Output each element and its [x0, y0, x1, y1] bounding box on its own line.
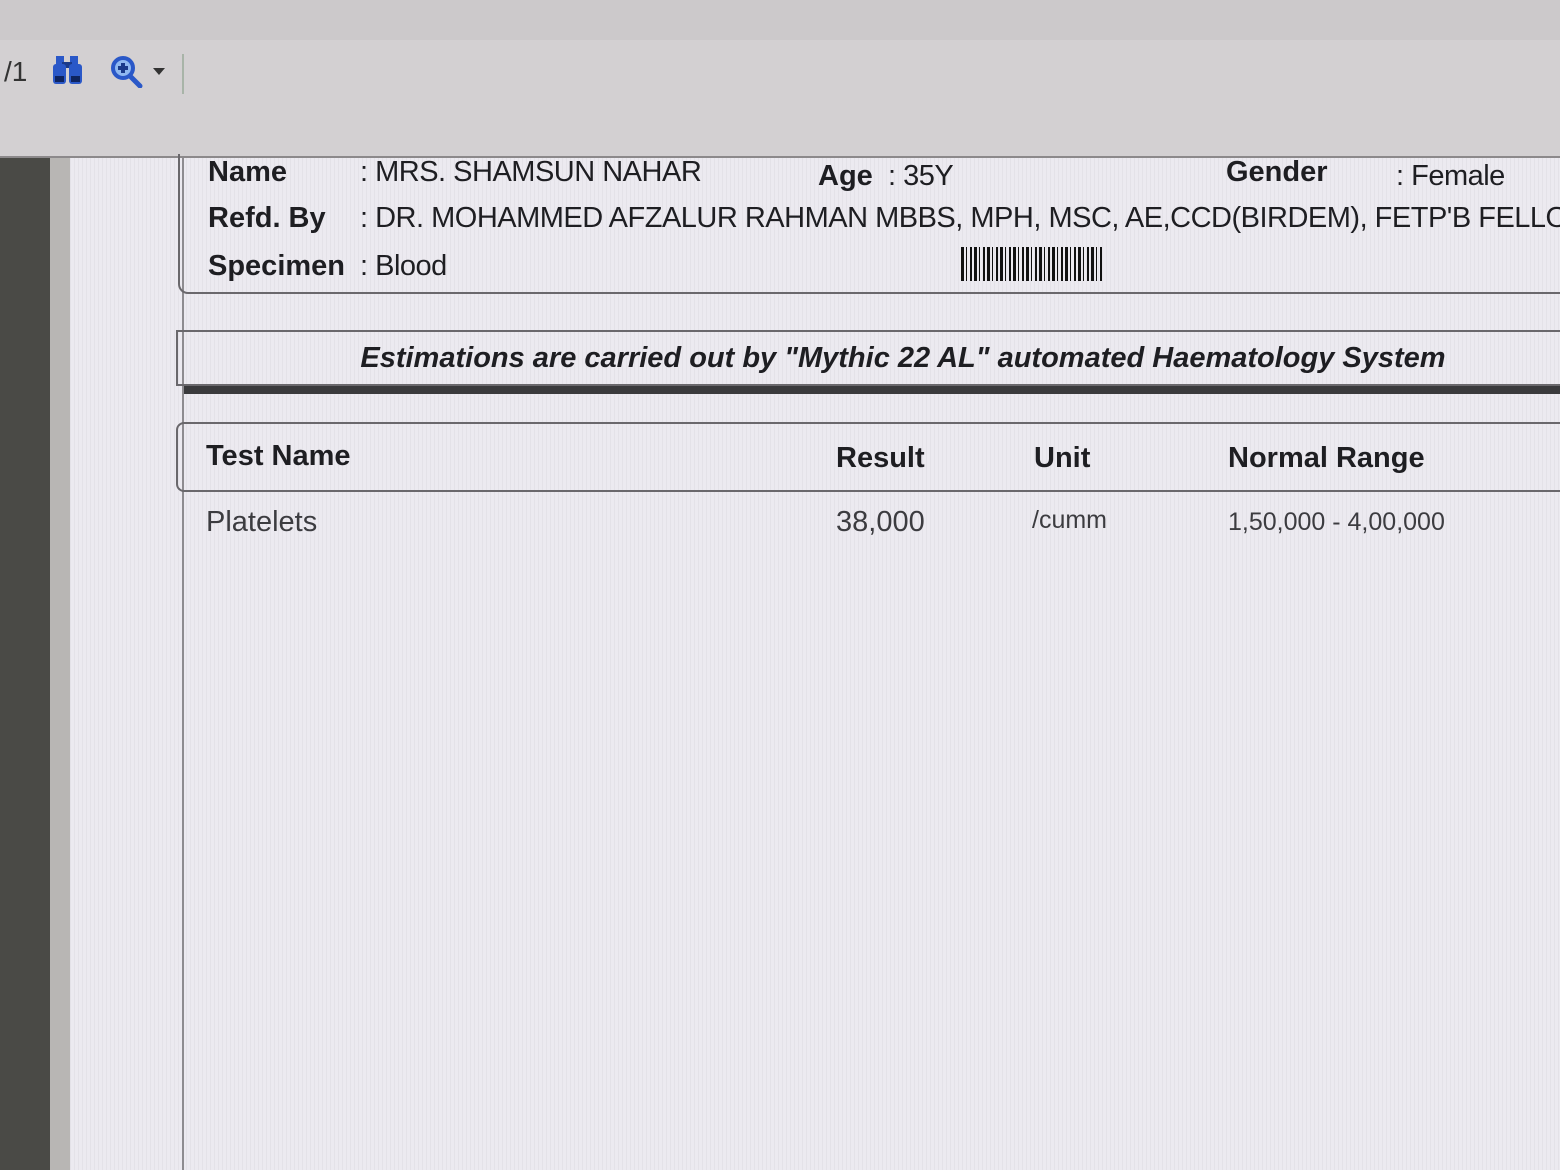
notice-underline-bar: [184, 386, 1560, 394]
row-result: 38,000: [836, 506, 925, 538]
header-normal-range: Normal Range: [1228, 442, 1425, 474]
age-label: Age: [818, 160, 873, 192]
row-unit: /cumm: [1032, 506, 1107, 534]
window-top-strip: [0, 0, 1560, 41]
gender-label: Gender: [1226, 156, 1328, 188]
report-viewer-window: /1 Name: MRS. SHAMSUN NAHAR Age: 35Y G…: [0, 0, 1560, 1170]
age-value: : 35Y: [888, 160, 954, 192]
binoculars-icon[interactable]: [50, 54, 86, 88]
page-indicator: /1: [4, 56, 28, 87]
header-unit: Unit: [1034, 442, 1091, 474]
patient-info-box: Name : MRS. SHAMSUN NAHAR Age : 35Y Gend…: [178, 154, 1560, 294]
header-result: Result: [836, 442, 925, 474]
header-test-name: Test Name: [206, 440, 351, 472]
zoom-icon[interactable]: [108, 54, 144, 89]
left-margin: [50, 158, 70, 1170]
row-normal-range: 1,50,000 - 4,00,000: [1228, 508, 1445, 536]
results-table-header: Test Name Result Unit Normal Range: [176, 422, 1560, 492]
dropdown-arrow-icon[interactable]: [150, 54, 168, 88]
report-page: Name : MRS. SHAMSUN NAHAR Age : 35Y Gend…: [70, 154, 1560, 1170]
gender-value: : Female: [1396, 160, 1505, 192]
viewer-toolbar: /1: [0, 40, 1560, 158]
barcode: [961, 247, 1103, 281]
name-value: : MRS. SHAMSUN NAHAR: [360, 156, 702, 188]
row-test-name: Platelets: [206, 506, 318, 538]
specimen-value: : Blood: [360, 250, 447, 282]
toolbar-separator: [182, 54, 184, 94]
refd-by-label: Refd. By: [208, 202, 326, 234]
notice-box: Estimations are carried out by "Mythic 2…: [176, 330, 1560, 386]
specimen-label: Specimen: [208, 250, 345, 282]
refd-by-value: : DR. MOHAMMED AFZALUR RAHMAN MBBS, MPH,…: [360, 202, 1560, 234]
left-sidebar-panel: [0, 158, 50, 1170]
page-left-rule: [182, 158, 184, 1170]
name-label: Name: [208, 156, 287, 188]
analyzer-notice: Estimations are carried out by "Mythic 2…: [360, 341, 1446, 374]
